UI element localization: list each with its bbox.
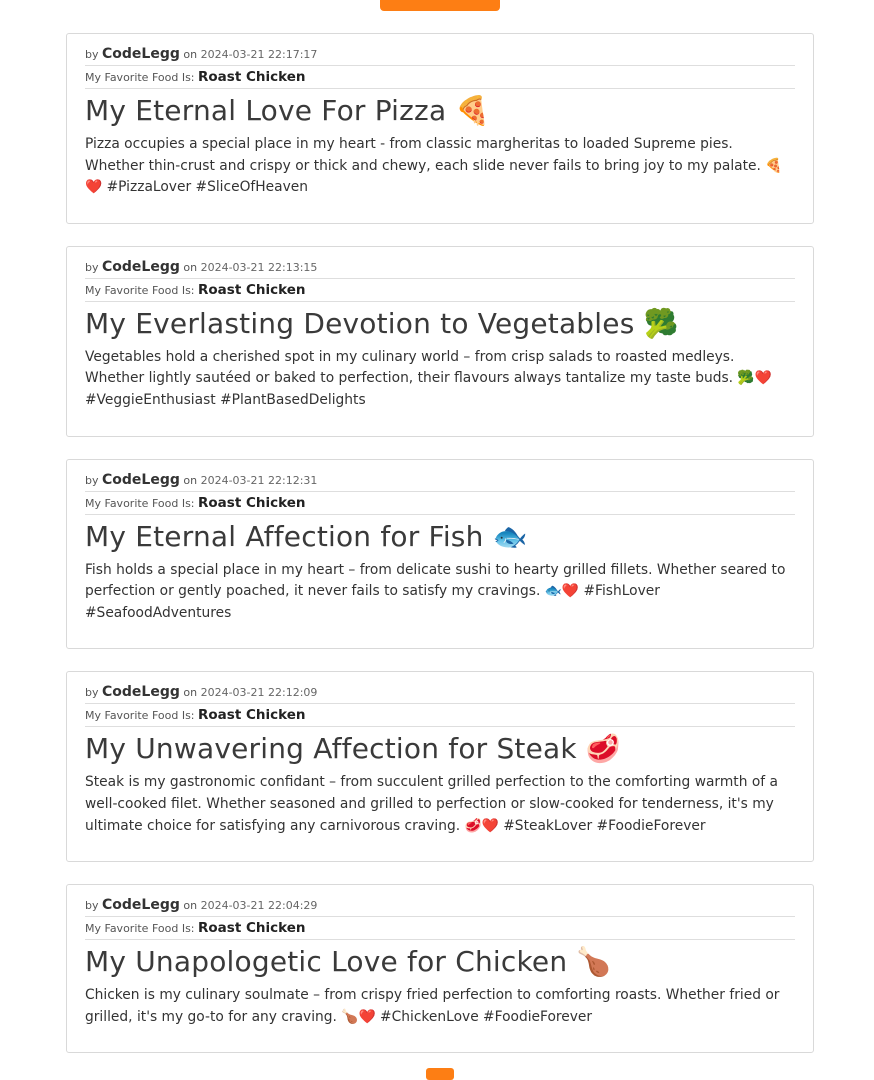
favorite-food-label: My Favorite Food Is: xyxy=(85,709,195,723)
by-label: by xyxy=(85,899,99,913)
by-label: by xyxy=(85,48,99,61)
favorite-food-value: Roast Chicken xyxy=(198,69,306,85)
favorite-food-row: My Favorite Food Is: Roast Chicken xyxy=(85,917,795,941)
favorite-food-label: My Favorite Food Is: xyxy=(85,496,195,510)
on-label: on xyxy=(183,260,198,274)
favorite-food-row: My Favorite Food Is: Roast Chicken xyxy=(85,704,795,728)
post-meta: by CodeLegg on 2024-03-21 22:17:17 xyxy=(85,43,795,66)
by-label: by xyxy=(85,686,99,700)
post-body: Pizza occupies a special place in my hea… xyxy=(85,136,783,196)
post-meta: by CodeLegg on 2024-03-21 22:04:29 xyxy=(85,894,795,918)
post-title[interactable]: My Unapologetic Love for Chicken 🍗 xyxy=(85,942,795,982)
post-card: by CodeLegg on 2024-03-21 22:13:15 My Fa… xyxy=(66,245,814,437)
on-label: on xyxy=(183,686,198,700)
pagination-button[interactable] xyxy=(426,1068,454,1080)
post-author[interactable]: CodeLegg xyxy=(102,472,180,488)
post-author[interactable]: CodeLegg xyxy=(102,259,180,275)
post-date: 2024-03-21 22:17:17 xyxy=(200,48,318,61)
post-date: 2024-03-21 22:04:29 xyxy=(200,899,318,913)
post-meta: by CodeLegg on 2024-03-21 22:12:09 xyxy=(85,681,795,705)
post-title[interactable]: My Eternal Affection for Fish 🐟 xyxy=(85,517,795,557)
on-label: on xyxy=(183,899,198,913)
post-card: by CodeLegg on 2024-03-21 22:17:17 My Fa… xyxy=(66,33,814,224)
favorite-food-label: My Favorite Food Is: xyxy=(85,283,195,297)
favorite-food-label: My Favorite Food Is: xyxy=(85,71,195,84)
post-author[interactable]: CodeLegg xyxy=(102,684,180,700)
on-label: on xyxy=(183,473,198,487)
create-post-button[interactable] xyxy=(380,0,500,11)
favorite-food-value: Roast Chicken xyxy=(198,494,306,511)
favorite-food-label: My Favorite Food Is: xyxy=(85,922,195,936)
by-label: by xyxy=(85,260,99,274)
by-label: by xyxy=(85,473,99,487)
post-card: by CodeLegg on 2024-03-21 22:04:29 My Fa… xyxy=(66,884,814,1054)
post-date: 2024-03-21 22:12:09 xyxy=(200,686,318,700)
post-title[interactable]: My Unwavering Affection for Steak 🥩 xyxy=(85,729,795,769)
favorite-food-value: Roast Chicken xyxy=(198,281,306,298)
post-body: Fish holds a special place in my heart –… xyxy=(85,561,786,621)
post-meta: by CodeLegg on 2024-03-21 22:12:31 xyxy=(85,469,795,492)
favorite-food-row: My Favorite Food Is: Roast Chicken xyxy=(85,66,795,89)
post-body: Vegetables hold a cherished spot in my c… xyxy=(85,348,772,408)
post-date: 2024-03-21 22:12:31 xyxy=(200,473,318,487)
post-card: by CodeLegg on 2024-03-21 22:12:09 My Fa… xyxy=(66,671,814,863)
post-list: by CodeLegg on 2024-03-21 22:17:17 My Fa… xyxy=(66,33,814,1075)
post-title[interactable]: My Eternal Love For Pizza 🍕 xyxy=(85,91,795,131)
favorite-food-row: My Favorite Food Is: Roast Chicken xyxy=(85,492,795,515)
post-body: Chicken is my culinary soulmate – from c… xyxy=(85,987,780,1025)
favorite-food-value: Roast Chicken xyxy=(198,707,306,724)
post-author[interactable]: CodeLegg xyxy=(102,897,180,913)
on-label: on xyxy=(183,48,198,61)
post-card: by CodeLegg on 2024-03-21 22:12:31 My Fa… xyxy=(66,458,814,650)
favorite-food-row: My Favorite Food Is: Roast Chicken xyxy=(85,279,795,302)
post-meta: by CodeLegg on 2024-03-21 22:13:15 xyxy=(85,256,795,279)
post-author[interactable]: CodeLegg xyxy=(102,46,180,62)
post-body: Steak is my gastronomic confidant – from… xyxy=(85,774,778,834)
favorite-food-value: Roast Chicken xyxy=(198,920,306,937)
post-date: 2024-03-21 22:13:15 xyxy=(200,260,318,274)
post-title[interactable]: My Everlasting Devotion to Vegetables 🥦 xyxy=(85,304,795,344)
